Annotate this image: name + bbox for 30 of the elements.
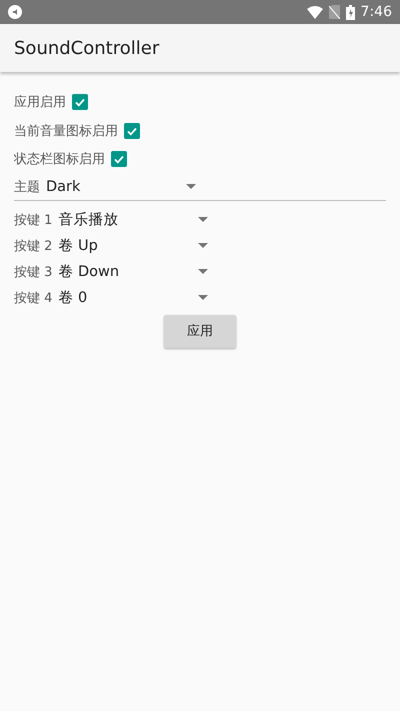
no-sim-icon bbox=[328, 5, 340, 19]
theme-dropdown[interactable]: Dark bbox=[46, 178, 202, 194]
theme-label: 主题 bbox=[14, 178, 40, 196]
notification-icon bbox=[8, 5, 22, 19]
dropdown-arrow-icon bbox=[198, 243, 208, 248]
key-dropdown[interactable]: 卷 0 bbox=[58, 288, 214, 307]
apply-button[interactable]: 应用 bbox=[164, 314, 236, 348]
checkbox-label: 状态栏图标启用 bbox=[14, 151, 105, 168]
key-dropdown[interactable]: 卷 Up bbox=[58, 236, 214, 255]
app-title: SoundController bbox=[14, 38, 160, 58]
battery-icon bbox=[346, 4, 355, 20]
wifi-icon bbox=[306, 6, 323, 18]
key-label: 按键 3 bbox=[14, 264, 52, 280]
dropdown-arrow-icon bbox=[186, 184, 196, 189]
key-label: 按键 4 bbox=[14, 290, 52, 306]
key-dropdown[interactable]: 卷 Down bbox=[58, 262, 214, 281]
checkbox-label: 应用启用 bbox=[14, 94, 66, 112]
checkbox-label: 当前音量图标启用 bbox=[14, 122, 118, 140]
checkbox[interactable] bbox=[72, 94, 88, 110]
clock: 7:46 bbox=[360, 4, 392, 20]
key-label: 按键 2 bbox=[14, 238, 52, 254]
checkmark-icon bbox=[113, 153, 125, 166]
checkbox[interactable] bbox=[124, 122, 140, 139]
dropdown-arrow-icon bbox=[198, 269, 208, 274]
dropdown-arrow-icon bbox=[198, 295, 208, 300]
key-label: 按键 1 bbox=[14, 212, 52, 228]
checkmark-icon bbox=[74, 96, 86, 108]
key-dropdown[interactable]: 音乐播放 bbox=[58, 210, 214, 229]
checkbox[interactable] bbox=[111, 151, 127, 168]
dropdown-arrow-icon bbox=[198, 217, 208, 222]
